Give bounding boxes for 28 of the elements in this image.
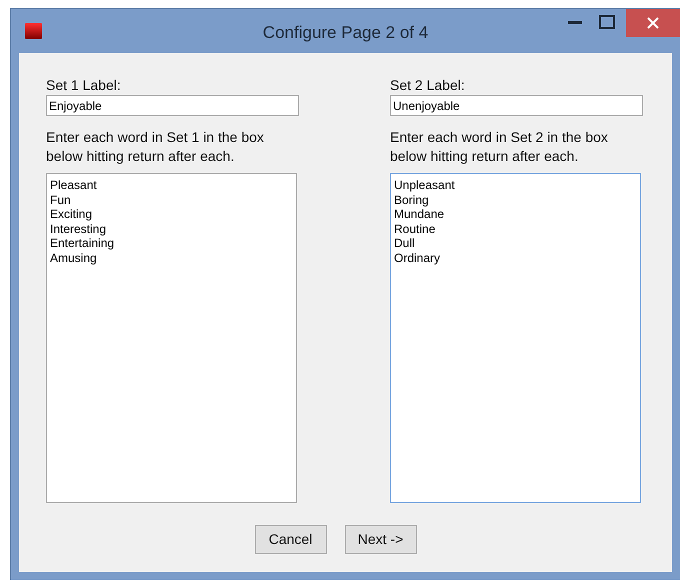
dialog-button[interactable]: Next -> [344,525,416,554]
label-field[interactable]: Unenjoyable [390,95,643,116]
app-icon [25,23,42,39]
words-field[interactable]: Pleasant Fun Exciting Interesting Entertaining Amusing [46,173,297,503]
word-line: Interesting [50,222,108,236]
window-title: Configure Page 2 of 4 [262,23,428,42]
set-label: Set 2 Label: [390,77,466,93]
word-line: Entertaining [50,236,116,250]
words-field[interactable]: Unpleasant Boring Mundane Routine Dull Ordinary [390,173,641,503]
close-button[interactable] [626,9,680,37]
word-line: Dull [394,236,416,250]
word-line: Amusing [50,250,98,265]
minimize-icon [568,20,582,24]
word-line: Routine [394,222,436,236]
word-line: Mundane [394,207,446,222]
set-label: Set 1 Label: [46,77,122,93]
instructions-text: Enter each word in Set 1 in the box below hitting return after each. [46,128,265,166]
instructions-text: Enter each word in Set 2 in the box below hitting return after each. [390,128,609,166]
word-line: Exciting [50,207,94,222]
word-line: Ordinary [394,250,442,265]
word-line: Fun [50,192,72,207]
word-line: Unpleasant [394,178,456,192]
word-line: Pleasant [50,178,98,192]
maximize-icon [599,15,615,29]
word-line: Boring [394,192,430,207]
dialog-button[interactable]: Cancel [254,525,326,554]
label-field[interactable]: Enjoyable [46,95,299,116]
close-icon [647,17,659,29]
